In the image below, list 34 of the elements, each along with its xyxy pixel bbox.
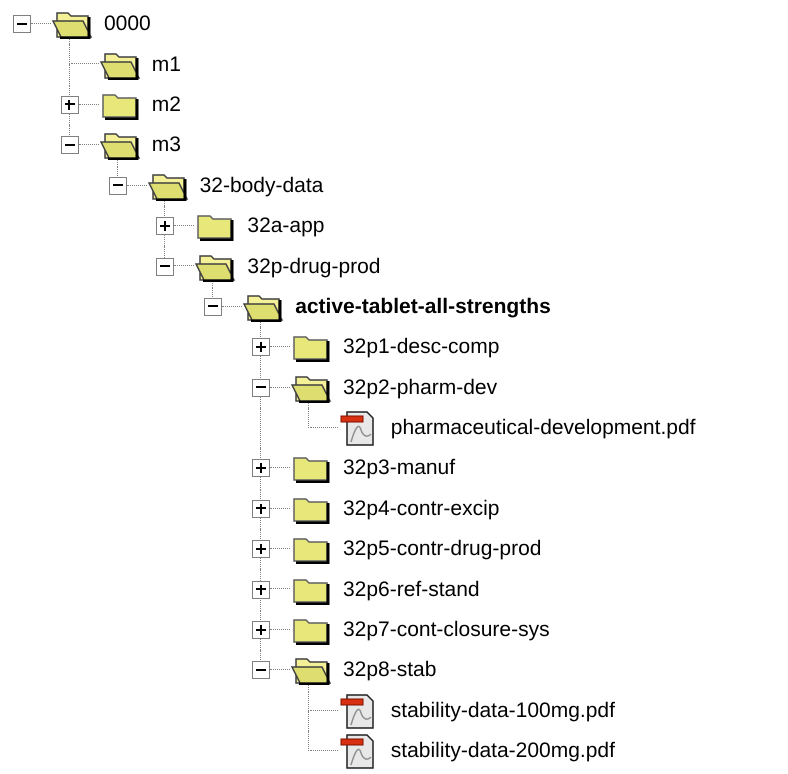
expand-button[interactable]: [252, 540, 270, 558]
folder-label[interactable]: 32p3-manuf: [343, 456, 456, 480]
folder-label[interactable]: 32p2-pharm-dev: [343, 376, 498, 400]
folder-label[interactable]: 32p1-desc-comp: [343, 335, 500, 360]
folder-label[interactable]: 32p7-cont-closure-sys: [343, 618, 550, 642]
file-label[interactable]: stability-data-200mg.pdf: [390, 739, 615, 764]
expand-button[interactable]: [252, 580, 270, 599]
folder-label[interactable]: 32-body-data: [200, 174, 324, 198]
collapse-button[interactable]: [204, 298, 222, 316]
collapse-button[interactable]: [156, 258, 174, 276]
folder-label[interactable]: m3: [152, 133, 181, 158]
expand-button[interactable]: [252, 338, 270, 356]
folder-label[interactable]: 32p-drug-prod: [247, 254, 380, 279]
expand-button[interactable]: [252, 459, 270, 478]
folder-label[interactable]: m2: [152, 92, 181, 117]
file-label[interactable]: pharmaceutical-development.pdf: [390, 416, 696, 440]
folder-label[interactable]: 32p8-stab: [343, 658, 436, 682]
folder-label[interactable]: 32p6-ref-stand: [343, 578, 480, 602]
collapse-button[interactable]: [108, 176, 127, 195]
expand-button[interactable]: [60, 96, 79, 114]
folder-label[interactable]: active-tablet-all-strengths: [295, 294, 551, 319]
folder-label[interactable]: m1: [152, 52, 181, 77]
folder-label[interactable]: 32p5-contr-drug-prod: [343, 537, 542, 562]
expand-button[interactable]: [156, 217, 174, 236]
folder-label[interactable]: 32p4-contr-excip: [343, 496, 500, 521]
expand-button[interactable]: [252, 621, 270, 640]
folder-label[interactable]: 32a-app: [247, 214, 324, 238]
collapse-button[interactable]: [60, 136, 79, 154]
folder-label[interactable]: 0000: [104, 12, 151, 36]
collapse-button[interactable]: [252, 661, 270, 680]
file-label[interactable]: stability-data-100mg.pdf: [390, 698, 615, 723]
collapse-button[interactable]: [13, 15, 31, 34]
expand-button[interactable]: [252, 500, 270, 518]
collapse-button[interactable]: [252, 378, 270, 397]
